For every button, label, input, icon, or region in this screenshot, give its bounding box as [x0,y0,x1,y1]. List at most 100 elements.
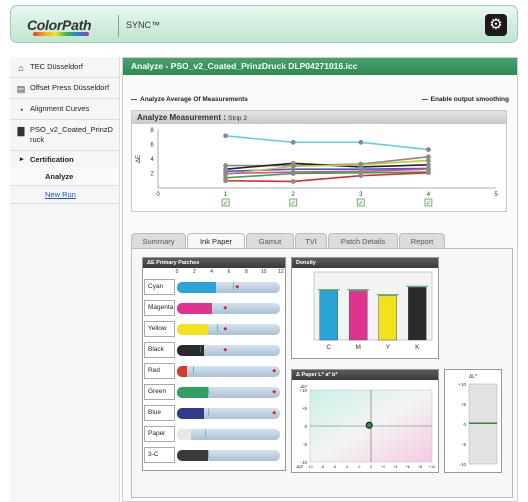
tab-patch-details[interactable]: Patch Details [328,233,398,249]
x-tick-label: 1 [224,192,228,198]
sidebar-item-alignment-curves[interactable]: ◔ Alignment Curves [10,99,119,120]
x-tick-label: +2 [381,465,385,469]
patch-bar-fill [177,366,188,377]
patch-bar-track: | ◆ [177,387,280,398]
x-tick-label: +6 [405,465,409,469]
tab-gamut[interactable]: Gamut [246,233,294,249]
patch-bar-track: | ◆ [177,303,280,314]
analyze-panel: Analyze - PSO_v2_Coated_PrinzDruck DLP04… [122,57,518,502]
sidebar-item-profile[interactable]: ▇ PSO_v2_Coated_PrinzDruck [10,120,119,151]
x-tick-label: -6 [333,465,336,469]
patch-row[interactable]: Blue | ◆ [144,405,284,421]
patch-row[interactable]: Red | ◆ [144,363,284,379]
tab-tvi[interactable]: TVI [295,233,327,249]
scale-tick-label: 8 [244,269,248,275]
patch-bar-fill [177,429,191,440]
patch-row[interactable]: Green | ◆ [144,384,284,400]
page-title: Analyze - PSO_v2_Coated_PrinzDruck DLP04… [123,58,517,75]
x-axis-label: Δa* [296,464,304,469]
patch-bar-track: | ◆ [177,429,280,440]
density-bar [319,290,338,341]
delta-l-plot: ΔL*+10 +5 0 -5 -10 [458,374,498,467]
patch-row[interactable]: 3-C | ◆ [144,447,284,463]
target-marker: | [207,304,210,311]
y-tick-label: 6 [150,143,154,149]
patch-label: Red [144,363,175,379]
patch-bar-fill [177,387,208,398]
analyze-average-option[interactable]: Analyze Average Of Measurements [131,96,248,103]
patch-label: 3-C [144,447,175,463]
y-axis-label: ΔE [136,155,142,163]
scale-tick-label: 2 [192,269,196,275]
patch-row[interactable]: Cyan | ◆ [144,279,284,295]
x-tick-label: -10 [307,465,313,469]
sidebar-item-label: PSO_v2_Coated_PrinzDruck [30,125,113,144]
scale-tick-label: 6 [227,269,231,275]
paper-point [365,421,373,429]
x-tick-label: K [415,344,420,351]
data-point [223,171,228,176]
patch-row[interactable]: Magenta | ◆ [144,300,284,316]
data-point [358,173,364,179]
output-smoothing-option[interactable]: Enable output smoothing [421,96,509,103]
scale-tick-label: 0 [175,269,179,275]
checkbox[interactable] [131,98,137,100]
settings-button[interactable]: ⚙ [485,14,507,36]
panel-header: ΔE Primary Patches [143,258,285,268]
y-axis-label: Δb* [300,384,308,389]
patch-row[interactable]: Black | ◆ [144,342,284,358]
patch-bar-track: | ◆ [177,345,280,356]
tolerance-marker: ◆ [223,347,228,353]
patch-bar-track: | ◆ [177,282,280,293]
tolerance-marker: ◆ [272,410,277,416]
data-point [290,163,296,169]
checkbox[interactable] [421,98,428,100]
data-point [223,178,228,184]
sidebar-item-device[interactable]: ▤ Offset Press Düsseldorf [10,78,119,99]
scale-tick-label: 10 [260,269,267,275]
x-tick-label: 0 [156,192,160,198]
tolerance-marker: ◆ [272,389,277,395]
measurement-title: Analyze Measurement : Strip 2 [132,111,506,124]
logo-swoosh [33,32,89,36]
data-point [290,179,296,184]
y-tick-label: -5 [462,442,466,447]
tab-summary[interactable]: Summary [131,233,186,249]
y-tick-label: +10 [458,382,466,387]
sidebar-item-analyze[interactable]: Analyze [10,168,119,186]
series-line [225,171,429,183]
series-line [225,135,429,151]
chevron-right-icon: ▸ [20,156,24,163]
colorpath-logo: ColorPath [27,17,92,33]
patch-bar-track: | ◆ [177,324,280,335]
measurement-title-text: Analyze Measurement : [137,113,226,122]
sidebar: ⌂ TEC Düsseldorf ▤ Offset Press Düsseldo… [10,57,120,502]
scale-tick-label: 12 [278,269,284,275]
target-marker: | [192,367,195,374]
y-tick-label: 2 [150,172,154,178]
patch-row[interactable]: Yellow | ◆ [144,321,284,337]
header-divider [118,15,119,37]
new-run-link[interactable]: New Run [10,186,119,204]
patch-row[interactable]: Paper | ◆ [144,426,284,442]
sidebar-item-location[interactable]: ⌂ TEC Düsseldorf [10,57,119,78]
y-tick-label: 0 [304,424,307,429]
sidebar-item-label: TEC Düsseldorf [30,62,83,71]
target-marker: | [207,451,210,458]
delta-l-panel: ΔL* +10 +5 0 -5 -10 [444,369,502,473]
measurement-chart-panel: Analyze Measurement : Strip 2 0 1 2 3 4 5 8 6 4 2… [131,110,507,212]
patch-bar-fill [177,408,204,419]
target-marker: | [199,346,202,353]
measurement-line-chart: 0 1 2 3 4 5 8 6 4 2 ΔE ✓ ✓ ✓ ✓ [136,128,498,207]
data-point [290,171,296,176]
tab-report[interactable]: Report [399,233,445,249]
sidebar-item-certification[interactable]: ▸ Certification [10,151,119,168]
target-marker: | [216,325,219,332]
density-bar [349,290,368,341]
option-label: Analyze Average Of Measurements [140,96,248,103]
curves-icon: ◔ [18,105,24,115]
primary-patches-panel: ΔE Primary Patches 0 2 4 6 8 10 12 Cyan | ◆ Ma… [142,257,286,471]
density-bar [378,295,397,341]
patch-bar-track: | ◆ [177,366,280,377]
series-line [225,156,429,167]
